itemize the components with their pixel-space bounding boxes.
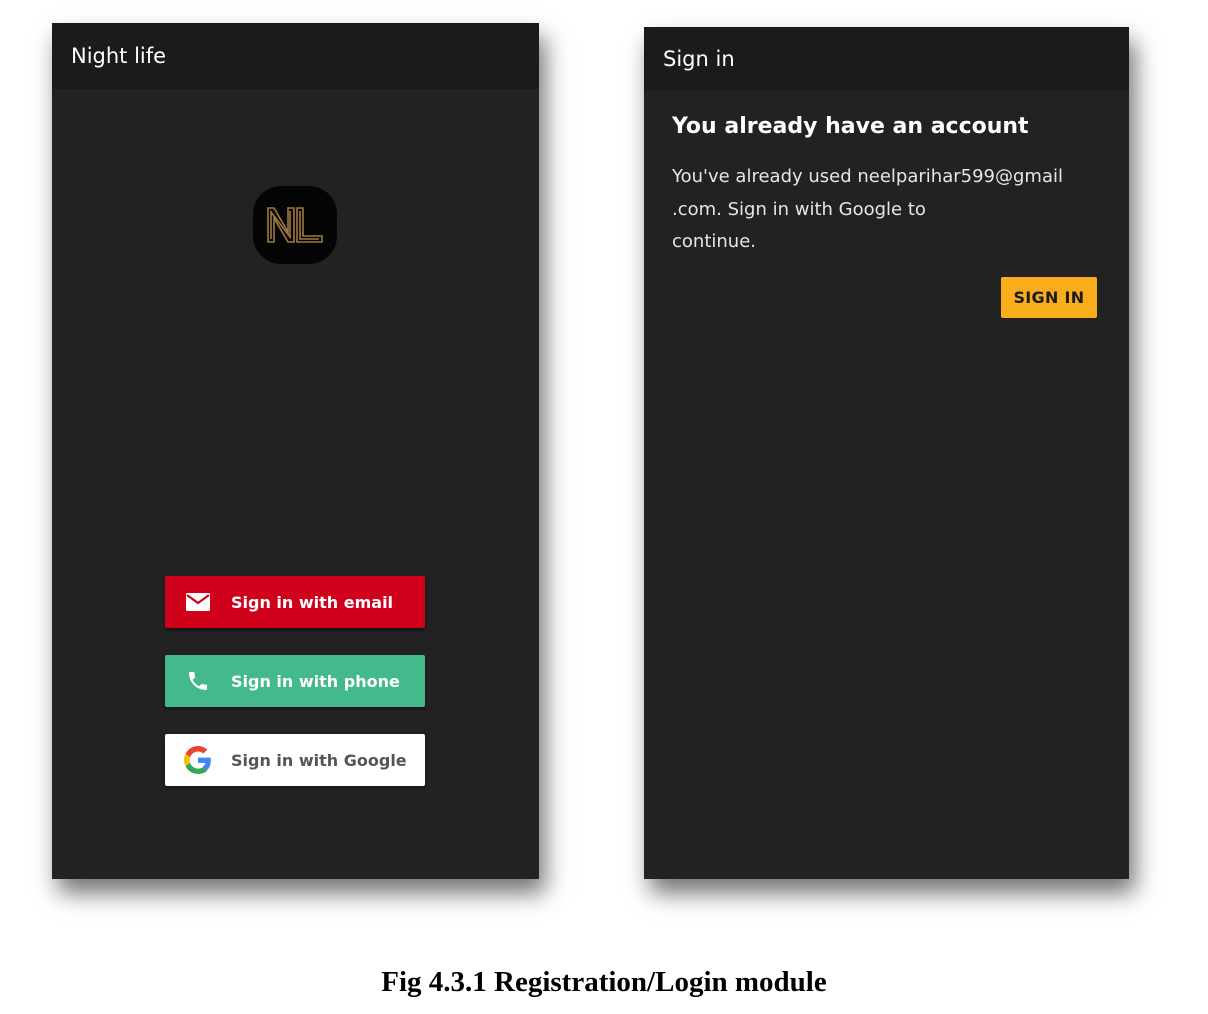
sign-in-email-label: Sign in with email: [231, 592, 394, 612]
figure-caption: Fig 4.3.1 Registration/Login module: [381, 966, 827, 998]
phone-icon: [165, 669, 231, 693]
sign-in-google-button[interactable]: Sign in with Google: [165, 734, 425, 786]
app-logo: [253, 186, 337, 264]
screen-title: Sign in: [663, 46, 735, 71]
email-icon: [165, 592, 231, 612]
nl-logo-icon: [267, 207, 323, 243]
sign-in-button[interactable]: SIGN IN: [1001, 277, 1097, 318]
sign-in-email-button[interactable]: Sign in with email: [165, 576, 425, 628]
login-screen: Night life Sign in with email Sign in wi…: [52, 23, 539, 879]
google-icon: [165, 746, 231, 774]
app-bar: Night life: [52, 23, 539, 89]
dialog-title: You already have an account: [672, 114, 1029, 139]
sign-in-google-label: Sign in with Google: [231, 750, 407, 770]
dialog-message: You've already used neelparihar599@gmail…: [672, 161, 1092, 259]
sign-in-phone-button[interactable]: Sign in with phone: [165, 655, 425, 707]
dialog-message-line: continue.: [672, 231, 756, 252]
signin-screen: Sign in You already have an account You'…: [644, 27, 1129, 879]
dialog-message-line: .com. Sign in with Google to: [672, 198, 926, 220]
app-bar: Sign in: [644, 27, 1129, 90]
sign-in-phone-label: Sign in with phone: [231, 671, 400, 691]
app-title: Night life: [71, 44, 167, 68]
dialog-message-line: You've already used neelparihar599@gmail: [672, 166, 1063, 187]
